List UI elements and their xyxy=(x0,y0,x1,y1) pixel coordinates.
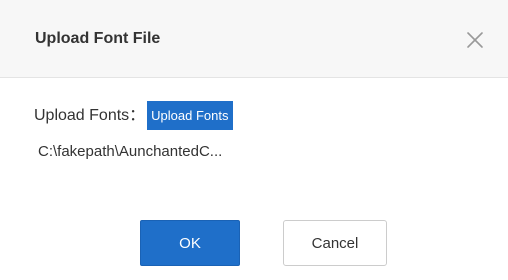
close-icon[interactable] xyxy=(466,31,484,49)
upload-fonts-label: Upload Fonts： xyxy=(34,106,146,124)
selected-file-path: C:\fakepath\AunchantedC... xyxy=(38,143,223,160)
dialog-footer: OK Cancel xyxy=(0,220,508,280)
upload-fonts-button[interactable]: Upload Fonts xyxy=(147,101,233,130)
upload-font-dialog: Upload Font File Upload Fonts： Upload Fo… xyxy=(0,0,508,280)
dialog-header: Upload Font File xyxy=(0,0,508,78)
cancel-button[interactable]: Cancel xyxy=(283,220,387,266)
dialog-title: Upload Font File xyxy=(35,30,161,47)
upload-row: Upload Fonts： Upload Fonts xyxy=(34,101,233,130)
ok-button[interactable]: OK xyxy=(140,220,240,266)
